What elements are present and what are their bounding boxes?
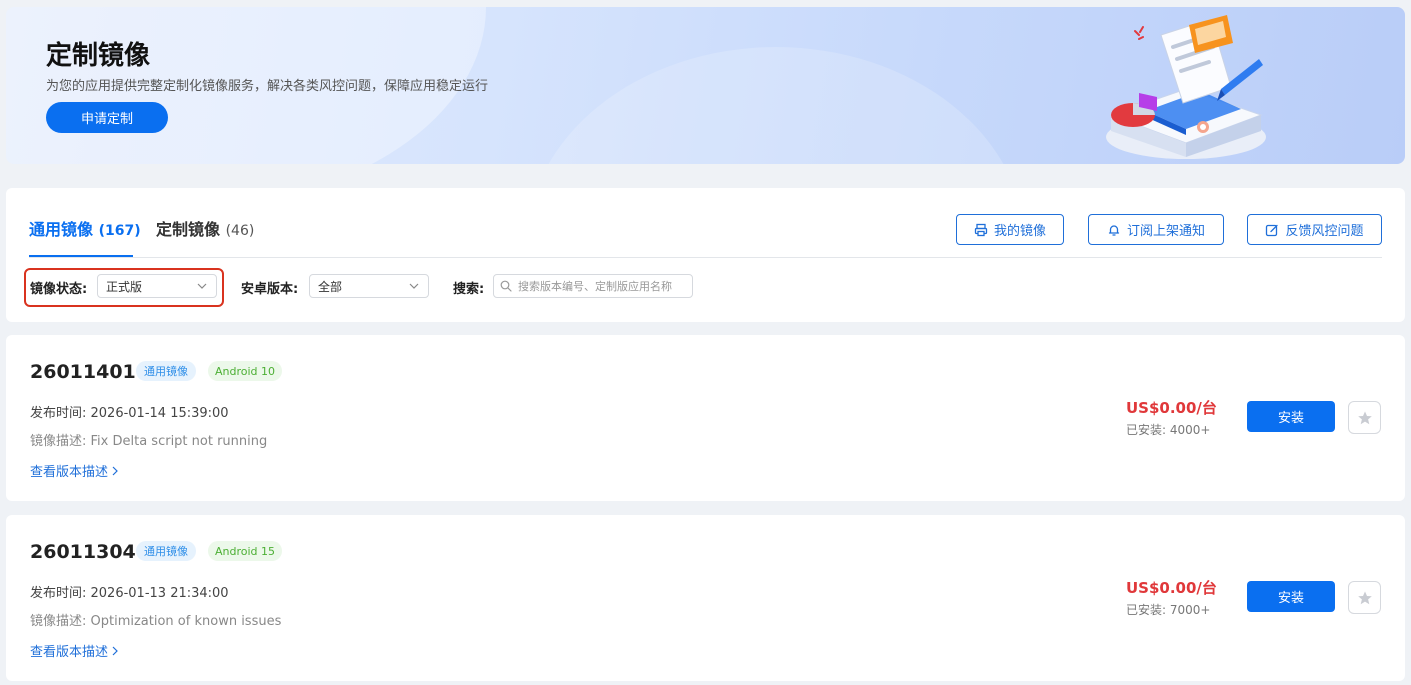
- view-version-description-link[interactable]: 查看版本描述: [30, 641, 119, 660]
- subscribe-label: 订阅上架通知: [1126, 224, 1205, 239]
- search-field[interactable]: [493, 274, 693, 298]
- install-button[interactable]: 安装: [1247, 401, 1335, 432]
- favorite-button[interactable]: [1348, 401, 1381, 434]
- view-link-label: 查看版本描述: [30, 465, 109, 480]
- star-icon: [1357, 411, 1372, 424]
- feedback-button[interactable]: 反馈风控问题: [1247, 214, 1382, 245]
- price: US$0.00/台: [1126, 399, 1217, 417]
- star-icon: [1357, 591, 1372, 604]
- feedback-label: 反馈风控问题: [1285, 224, 1364, 239]
- banner-title: 定制镜像: [46, 41, 151, 71]
- status-select[interactable]: 正式版: [97, 274, 217, 298]
- view-version-description-link[interactable]: 查看版本描述: [30, 461, 119, 480]
- chevron-down-icon: [197, 283, 207, 289]
- divider: [29, 257, 1382, 258]
- chevron-right-icon: [112, 466, 118, 475]
- my-images-label: 我的镜像: [993, 224, 1046, 239]
- subscribe-notify-button[interactable]: 订阅上架通知: [1088, 214, 1224, 245]
- image-description: 镜像描述: Optimization of known issues: [30, 614, 282, 629]
- search-icon: [500, 280, 512, 292]
- android-filter-label: 安卓版本:: [241, 282, 299, 297]
- bell-icon: [1108, 224, 1120, 236]
- image-type-tag: 通用镜像: [136, 541, 196, 561]
- tab-custom-images[interactable]: 定制镜像 (46): [156, 216, 254, 240]
- document-illustration-icon: [1106, 15, 1266, 159]
- search-input[interactable]: [518, 279, 688, 293]
- publish-time: 发布时间: 2026-01-13 21:34:00: [30, 586, 229, 601]
- printer-icon: [974, 223, 988, 236]
- image-card: 26011304 通用镜像 Android 15 发布时间: 2026-01-1…: [6, 515, 1405, 681]
- edit-icon: [1266, 224, 1279, 236]
- filter-panel: 通用镜像 (167) 定制镜像 (46) 我的镜像 订阅上架通知 反馈风控问题 …: [6, 188, 1405, 322]
- publish-time: 发布时间: 2026-01-14 15:39:00: [30, 406, 229, 421]
- view-link-label: 查看版本描述: [30, 645, 109, 660]
- image-type-tag: 通用镜像: [136, 361, 196, 381]
- android-select-value: 全部: [318, 279, 343, 294]
- status-select-value: 正式版: [106, 279, 143, 294]
- tab-general-images[interactable]: 通用镜像 (167): [29, 216, 141, 240]
- android-version-tag: Android 15: [208, 541, 283, 561]
- price: US$0.00/台: [1126, 579, 1217, 597]
- banner: 定制镜像 为您的应用提供完整定制化镜像服务，解决各类风控问题，保障应用稳定运行 …: [6, 7, 1405, 164]
- banner-subtitle: 为您的应用提供完整定制化镜像服务，解决各类风控问题，保障应用稳定运行: [46, 79, 489, 94]
- image-version-id: 26011304: [30, 541, 136, 563]
- my-images-button[interactable]: 我的镜像: [956, 214, 1064, 245]
- android-version-select[interactable]: 全部: [309, 274, 429, 298]
- status-filter-label: 镜像状态:: [30, 282, 88, 297]
- chevron-down-icon: [409, 283, 419, 289]
- image-description: 镜像描述: Fix Delta script not running: [30, 434, 268, 449]
- favorite-button[interactable]: [1348, 581, 1381, 614]
- tab-label: 通用镜像: [29, 220, 94, 239]
- chevron-right-icon: [112, 646, 118, 655]
- tab-count: (167): [98, 223, 141, 239]
- image-version-id: 26011401: [30, 361, 136, 383]
- android-version-tag: Android 10: [208, 361, 283, 381]
- tab-count: (46): [225, 223, 255, 239]
- tab-label: 定制镜像: [156, 220, 221, 239]
- install-button[interactable]: 安装: [1247, 581, 1335, 612]
- installed-count: 已安装: 7000+: [1126, 603, 1211, 617]
- search-label: 搜索:: [453, 282, 485, 297]
- image-card: 26011401 通用镜像 Android 10 发布时间: 2026-01-1…: [6, 335, 1405, 501]
- apply-custom-button[interactable]: 申请定制: [46, 102, 168, 133]
- installed-count: 已安装: 4000+: [1126, 423, 1211, 437]
